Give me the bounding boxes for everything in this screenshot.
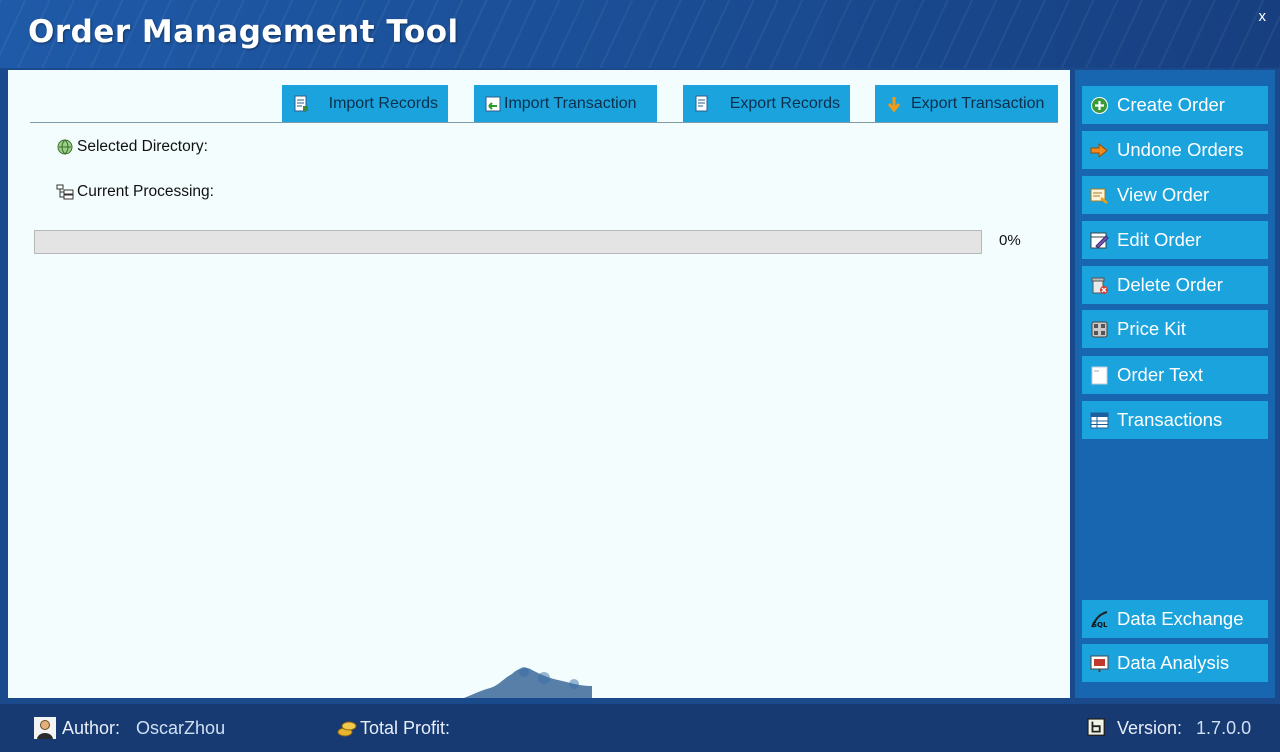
data-exchange-label: Data Exchange [1117, 608, 1244, 629]
tree-list-icon [56, 184, 74, 200]
text-doc-icon [1091, 366, 1108, 384]
sidebar: Create Order Undone Orders View Order Ed… [1075, 70, 1275, 698]
undone-orders-label: Undone Orders [1117, 139, 1244, 160]
view-order-button[interactable]: View Order [1082, 176, 1268, 214]
order-text-button[interactable]: Order Text [1082, 356, 1268, 394]
import-records-label: Import Records [328, 94, 438, 112]
author-value: OscarZhou [136, 717, 226, 738]
export-records-icon [695, 95, 708, 111]
selected-directory-row: Selected Directory: [56, 138, 208, 156]
status-bar: Author: OscarZhou Total Profit: Version:… [0, 704, 1280, 752]
undone-orders-button[interactable]: Undone Orders [1082, 131, 1268, 169]
import-records-icon [294, 95, 308, 111]
current-processing-row: Current Processing: [56, 183, 214, 201]
toolbar-divider [30, 122, 1058, 123]
import-transaction-label: Import Transaction [504, 94, 637, 112]
view-doc-icon [1090, 188, 1108, 204]
edit-order-label: Edit Order [1117, 229, 1202, 250]
author-section: Author: OscarZhou [34, 704, 225, 752]
version-label: Version: [1117, 717, 1183, 738]
order-text-label: Order Text [1117, 364, 1204, 385]
progress-bar [34, 230, 982, 254]
progress-percent: 0% [999, 232, 1021, 249]
chart-icon [1090, 655, 1109, 672]
selected-directory-label: Selected Directory: [77, 138, 208, 155]
svg-text:SQL: SQL [1092, 621, 1108, 629]
table-icon [1090, 412, 1109, 428]
price-kit-button[interactable]: Price Kit [1082, 310, 1268, 348]
main-panel: Import Records Import Transaction Export… [8, 70, 1070, 698]
globe-icon [57, 139, 73, 155]
app-title: Order Management Tool [28, 14, 459, 50]
version-section: Version: 1.7.0.0 [1087, 704, 1251, 752]
import-records-button[interactable]: Import Records [282, 85, 448, 122]
export-records-button[interactable]: Export Records [683, 85, 850, 122]
author-label: Author: [62, 717, 121, 738]
trash-icon [1091, 277, 1108, 294]
data-analysis-button[interactable]: Data Analysis [1082, 644, 1268, 682]
arrow-right-icon [1090, 142, 1108, 158]
import-transaction-icon [485, 96, 501, 111]
export-records-label: Export Records [729, 94, 840, 112]
view-order-label: View Order [1117, 184, 1210, 205]
export-transaction-button[interactable]: Export Transaction [875, 85, 1058, 122]
data-analysis-label: Data Analysis [1117, 652, 1230, 673]
plus-circle-icon [1091, 96, 1108, 114]
export-transaction-label: Export Transaction [911, 94, 1045, 112]
delete-order-label: Delete Order [1117, 274, 1223, 295]
data-exchange-button[interactable]: SQL Data Exchange [1082, 600, 1268, 638]
sql-icon: SQL [1091, 610, 1108, 629]
total-profit-label: Total Profit: [360, 717, 451, 738]
edit-order-button[interactable]: Edit Order [1082, 221, 1268, 259]
tree-watermark-image [464, 667, 592, 698]
transactions-label: Transactions [1117, 409, 1223, 430]
import-transaction-button[interactable]: Import Transaction [474, 85, 657, 122]
transactions-button[interactable]: Transactions [1082, 401, 1268, 439]
edit-icon [1090, 232, 1109, 249]
price-kit-label: Price Kit [1117, 318, 1186, 339]
version-icon [1087, 718, 1105, 736]
version-value: 1.7.0.0 [1196, 717, 1252, 738]
total-profit-section: Total Profit: [336, 704, 450, 752]
title-bar: Order Management Tool x [0, 0, 1280, 68]
arrow-down-icon [887, 96, 901, 112]
close-button[interactable]: x [1259, 8, 1267, 25]
user-icon [34, 717, 56, 739]
current-processing-label: Current Processing: [77, 183, 214, 200]
delete-order-button[interactable]: Delete Order [1082, 266, 1268, 304]
create-order-label: Create Order [1117, 94, 1225, 115]
coins-icon [337, 721, 357, 737]
create-order-button[interactable]: Create Order [1082, 86, 1268, 124]
calculator-icon [1091, 321, 1108, 337]
